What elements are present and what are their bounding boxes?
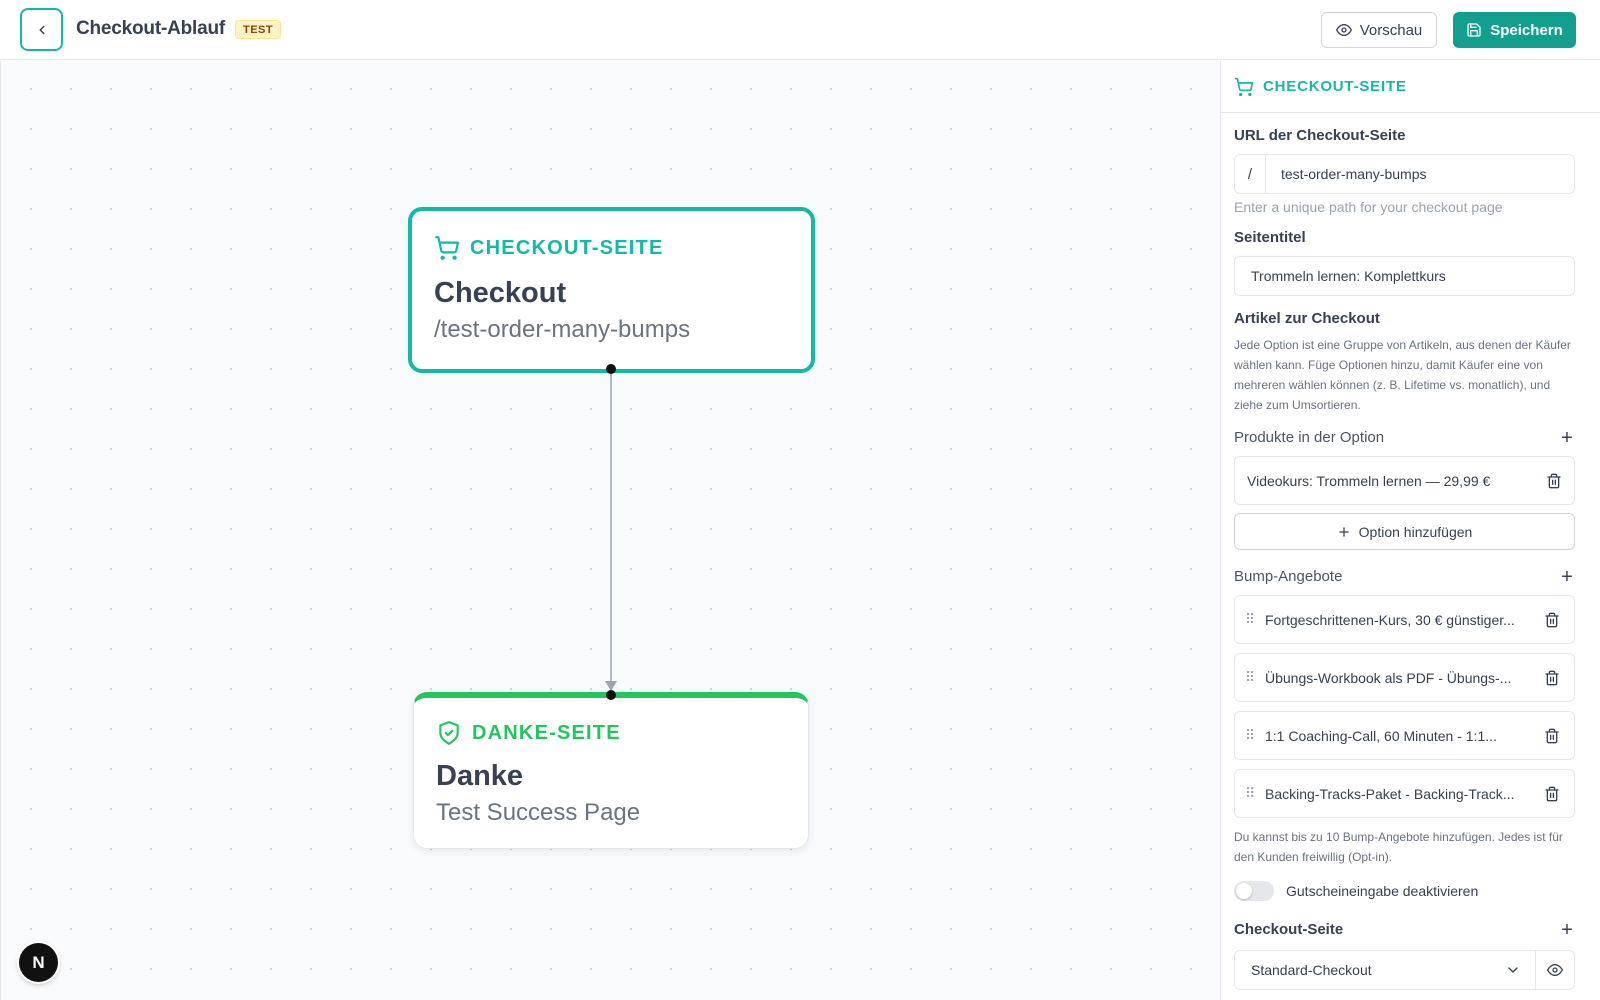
url-label: URL der Checkout-Seite — [1234, 127, 1406, 144]
checkout-node-kind-label: CHECKOUT-SEITE — [470, 236, 664, 259]
bump-item-label: Übungs-Workbook als PDF - Übungs-... — [1265, 669, 1512, 686]
url-prefix: / — [1235, 155, 1266, 193]
back-button[interactable] — [20, 8, 63, 51]
checkout-page-selected: Standard-Checkout — [1251, 962, 1372, 978]
add-product-button[interactable]: + — [1559, 428, 1575, 448]
shield-check-icon — [439, 721, 459, 745]
bump-item-label: 1:1 Coaching-Call, 60 Minuten - 1:1... — [1265, 727, 1497, 744]
checkout-node-kind: CHECKOUT-SEITE — [434, 235, 789, 261]
checkout-page-select[interactable]: Standard-Checkout — [1235, 951, 1536, 989]
preview-button[interactable]: Vorschau — [1321, 12, 1437, 48]
trash-icon[interactable] — [1544, 612, 1560, 628]
bump-item-label: Fortgeschrittenen-Kurs, 30 € günstiger..… — [1265, 611, 1515, 628]
url-field-group: / — [1234, 154, 1575, 194]
thank-you-node-kind: DANKE-SEITE — [436, 720, 786, 746]
save-icon — [1467, 23, 1481, 37]
articles-description: Jede Option ist eine Gruppe von Artikeln… — [1234, 338, 1571, 412]
add-option-label: Option hinzufügen — [1358, 523, 1473, 540]
bump-item[interactable]: ⠿ Backing-Tracks-Paket - Backing-Track..… — [1234, 769, 1575, 818]
chevron-down-icon — [1508, 967, 1518, 973]
page-title-input[interactable] — [1234, 256, 1575, 296]
trash-icon[interactable] — [1544, 728, 1560, 744]
coupon-toggle-label: Gutscheineingabe deaktivieren — [1286, 883, 1479, 899]
checkout-page-row: Checkout-Seite + — [1234, 920, 1575, 940]
bump-item-label: Backing-Tracks-Paket - Backing-Track... — [1265, 785, 1515, 802]
top-bar: Checkout-Ablauf TEST Vorschau Speichern — [0, 0, 1600, 60]
coupon-toggle-row: Gutscheineingabe deaktivieren — [1234, 881, 1575, 901]
add-bump-button[interactable]: + — [1559, 567, 1575, 587]
dev-tools-badge[interactable]: N — [19, 943, 58, 982]
chevron-left-icon — [39, 25, 44, 34]
flow-edge — [605, 369, 617, 691]
eye-icon — [1547, 964, 1563, 976]
edge-handles — [606, 364, 616, 700]
products-label: Produkte in der Option — [1234, 429, 1385, 446]
thank-you-node-subtitle: Test Success Page — [436, 799, 641, 826]
trash-icon[interactable] — [1544, 786, 1560, 802]
add-option-button[interactable]: Option hinzufügen — [1234, 513, 1575, 550]
bump-item[interactable]: ⠿ Fortgeschrittenen-Kurs, 30 € günstiger… — [1234, 595, 1575, 644]
drag-handle-icon[interactable]: ⠿ — [1245, 611, 1265, 628]
cart-icon — [435, 236, 460, 260]
product-item[interactable]: Videokurs: Trommeln lernen — 29,99 € — [1234, 456, 1575, 505]
products-row: Produkte in der Option + — [1234, 428, 1575, 448]
thank-you-node-title: Danke — [436, 760, 524, 792]
bumps-row: Bump-Angebote + — [1234, 567, 1575, 587]
checkout-node-path: /test-order-many-bumps — [434, 316, 691, 343]
thank-you-node-kind-label: DANKE-SEITE — [472, 721, 621, 744]
trash-icon[interactable] — [1546, 473, 1562, 489]
checkout-node[interactable]: CHECKOUT-SEITE Checkout /test-order-many… — [408, 207, 815, 373]
page-title-label: Seitentitel — [1234, 229, 1306, 246]
save-button-label: Speichern — [1490, 21, 1563, 39]
drag-handle-icon[interactable]: ⠿ — [1245, 785, 1265, 802]
bumps-note: Du kannst bis zu 10 Bump-Angebote hinzuf… — [1234, 830, 1563, 864]
bump-item[interactable]: ⠿ Übungs-Workbook als PDF - Übungs-... — [1234, 653, 1575, 702]
coupon-toggle[interactable] — [1234, 881, 1274, 901]
eye-icon — [1335, 24, 1352, 36]
checkout-node-title: Checkout — [434, 277, 567, 309]
checkout-page-label: Checkout-Seite — [1234, 921, 1344, 938]
thank-you-node[interactable]: DANKE-SEITE Danke Test Success Page — [413, 692, 809, 849]
panel-header: CHECKOUT-SEITE — [1221, 61, 1600, 113]
test-mode-badge: TEST — [235, 20, 282, 39]
preview-checkout-page-button[interactable] — [1536, 951, 1574, 989]
product-item-label: Videokurs: Trommeln lernen — 29,99 € — [1247, 472, 1491, 489]
flow-canvas[interactable]: CHECKOUT-SEITE Checkout /test-order-many… — [0, 61, 1220, 1000]
save-button[interactable]: Speichern — [1453, 12, 1576, 48]
checkout-page-select-group: Standard-Checkout — [1234, 950, 1575, 990]
bump-item[interactable]: ⠿ 1:1 Coaching-Call, 60 Minuten - 1:1... — [1234, 711, 1575, 760]
articles-label: Artikel zur Checkout — [1234, 310, 1380, 327]
drag-handle-icon[interactable]: ⠿ — [1245, 669, 1265, 686]
add-checkout-page-button[interactable]: + — [1559, 920, 1575, 940]
page-title: Checkout-Ablauf — [76, 18, 226, 39]
url-input[interactable] — [1266, 155, 1574, 193]
preview-button-label: Vorschau — [1359, 21, 1423, 39]
cart-icon — [1234, 77, 1254, 96]
properties-panel: CHECKOUT-SEITE URL der Checkout-Seite / … — [1220, 61, 1600, 1000]
panel-heading: CHECKOUT-SEITE — [1263, 78, 1407, 95]
trash-icon[interactable] — [1544, 670, 1560, 686]
plus-icon — [1338, 526, 1349, 537]
bumps-label: Bump-Angebote — [1234, 568, 1343, 585]
drag-handle-icon[interactable]: ⠿ — [1245, 727, 1265, 744]
url-hint: Enter a unique path for your checkout pa… — [1234, 199, 1503, 215]
